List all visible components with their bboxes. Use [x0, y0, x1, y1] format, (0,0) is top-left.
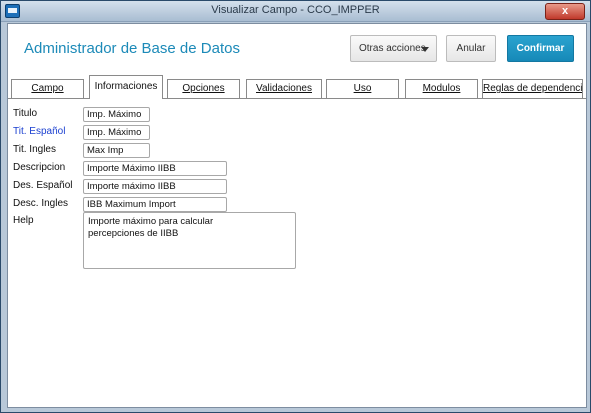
title-bar[interactable]: Visualizar Campo - CCO_IMPPER x: [1, 1, 590, 22]
tab-bar: Campo Informaciones Opciones Validacione…: [8, 75, 586, 100]
window-title: Visualizar Campo - CCO_IMPPER: [211, 4, 380, 16]
tab-uso[interactable]: Uso: [326, 79, 399, 98]
desc-ingles-label: Desc. Ingles: [13, 198, 69, 209]
tit-ingles-label: Tit. Ingles: [13, 144, 56, 155]
tab-opciones[interactable]: Opciones: [167, 79, 240, 98]
dialog-content: Administrador de Base de Datos Otras acc…: [7, 23, 587, 408]
descripcion-label: Descripcion: [13, 162, 66, 173]
tab-modulos[interactable]: Modulos: [405, 79, 478, 98]
tab-reglas-de-dependencia[interactable]: Reglas de dependencia: [482, 79, 583, 98]
confirm-button[interactable]: Confirmar: [507, 35, 574, 62]
cancel-button[interactable]: Anular: [446, 35, 496, 62]
close-button[interactable]: x: [545, 3, 585, 20]
help-textarea[interactable]: Importe máximo para calcular percepcione…: [83, 212, 296, 269]
help-label: Help: [13, 215, 34, 226]
titulo-field[interactable]: Imp. Máximo: [83, 107, 150, 122]
tab-campo[interactable]: Campo: [11, 79, 84, 98]
other-actions-button[interactable]: Otras acciones: [350, 35, 437, 62]
other-actions-label: Otras acciones: [359, 43, 426, 54]
des-espanol-field[interactable]: Importe máximo IIBB: [83, 179, 227, 194]
tit-espanol-field[interactable]: Imp. Máximo: [83, 125, 150, 140]
caret-down-icon: [421, 47, 429, 52]
descripcion-field[interactable]: Importe Máximo IIBB: [83, 161, 227, 176]
tab-validaciones[interactable]: Validaciones: [246, 79, 322, 98]
tit-ingles-field[interactable]: Max Imp: [83, 143, 150, 158]
informaciones-panel: Titulo Imp. Máximo Tit. Español Imp. Máx…: [8, 99, 586, 407]
tit-espanol-label: Tit. Español: [13, 126, 66, 137]
desc-ingles-field[interactable]: IBB Maximum Import: [83, 197, 227, 212]
dialog-window: Visualizar Campo - CCO_IMPPER x Administ…: [0, 0, 591, 413]
des-espanol-label: Des. Español: [13, 180, 73, 191]
page-title: Administrador de Base de Datos: [24, 40, 240, 57]
titulo-label: Titulo: [13, 108, 38, 119]
tab-informaciones[interactable]: Informaciones: [89, 75, 163, 99]
header: Administrador de Base de Datos Otras acc…: [8, 24, 586, 74]
